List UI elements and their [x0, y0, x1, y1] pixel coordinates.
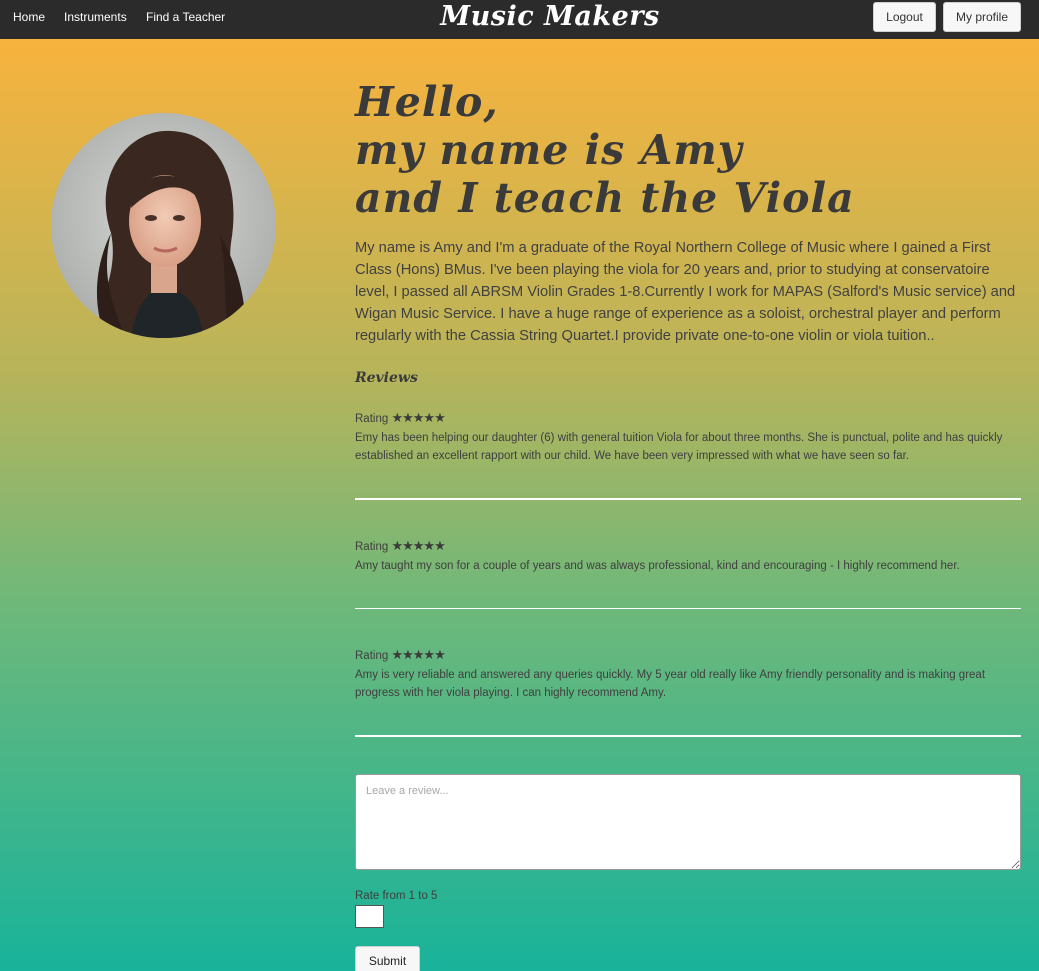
submit-button[interactable]: Submit — [355, 946, 420, 971]
star-rating-icon: ★★★★★ — [391, 647, 445, 662]
star-rating-icon: ★★★★★ — [391, 410, 445, 425]
review-rating: Rating ★★★★★ — [355, 647, 1021, 664]
review-divider — [355, 735, 1021, 737]
rating-label: Rating — [355, 413, 389, 425]
star-rating-icon: ★★★★★ — [391, 538, 445, 553]
review-item: Rating ★★★★★ Amy is very reliable and an… — [355, 647, 1021, 702]
review-rating: Rating ★★★★★ — [355, 410, 1021, 427]
top-navbar: Home Instruments Find a Teacher Music Ma… — [0, 0, 1039, 39]
review-item: Rating ★★★★★ Amy taught my son for a cou… — [355, 538, 1021, 575]
review-text: Amy taught my son for a couple of years … — [355, 560, 960, 572]
rating-label: Rating — [355, 650, 389, 662]
review-item: Rating ★★★★★ Emy has been helping our da… — [355, 410, 1021, 465]
rating-input[interactable] — [355, 905, 384, 928]
rating-label: Rating — [355, 541, 389, 553]
rate-label: Rate from 1 to 5 — [355, 890, 438, 902]
greeting-line: and I teach the Viola — [355, 174, 855, 222]
my-profile-button[interactable]: My profile — [943, 2, 1021, 32]
greeting-line: Hello, — [355, 78, 499, 126]
logout-button[interactable]: Logout — [873, 2, 936, 32]
review-textarea[interactable] — [355, 774, 1021, 870]
review-divider — [355, 608, 1021, 609]
review-rating: Rating ★★★★★ — [355, 538, 1021, 555]
greeting-line: my name is Amy — [355, 126, 743, 174]
review-text: Amy is very reliable and answered any qu… — [355, 669, 986, 699]
teacher-photo — [51, 113, 276, 338]
review-text: Emy has been helping our daughter (6) wi… — [355, 432, 1003, 462]
teacher-bio: My name is Amy and I'm a graduate of the… — [355, 240, 1016, 344]
teacher-avatar — [51, 113, 276, 338]
profile-greeting: Hello, my name is Amy and I teach the Vi… — [355, 78, 1015, 222]
review-divider — [355, 498, 1021, 500]
reviews-heading: Reviews — [355, 370, 418, 386]
